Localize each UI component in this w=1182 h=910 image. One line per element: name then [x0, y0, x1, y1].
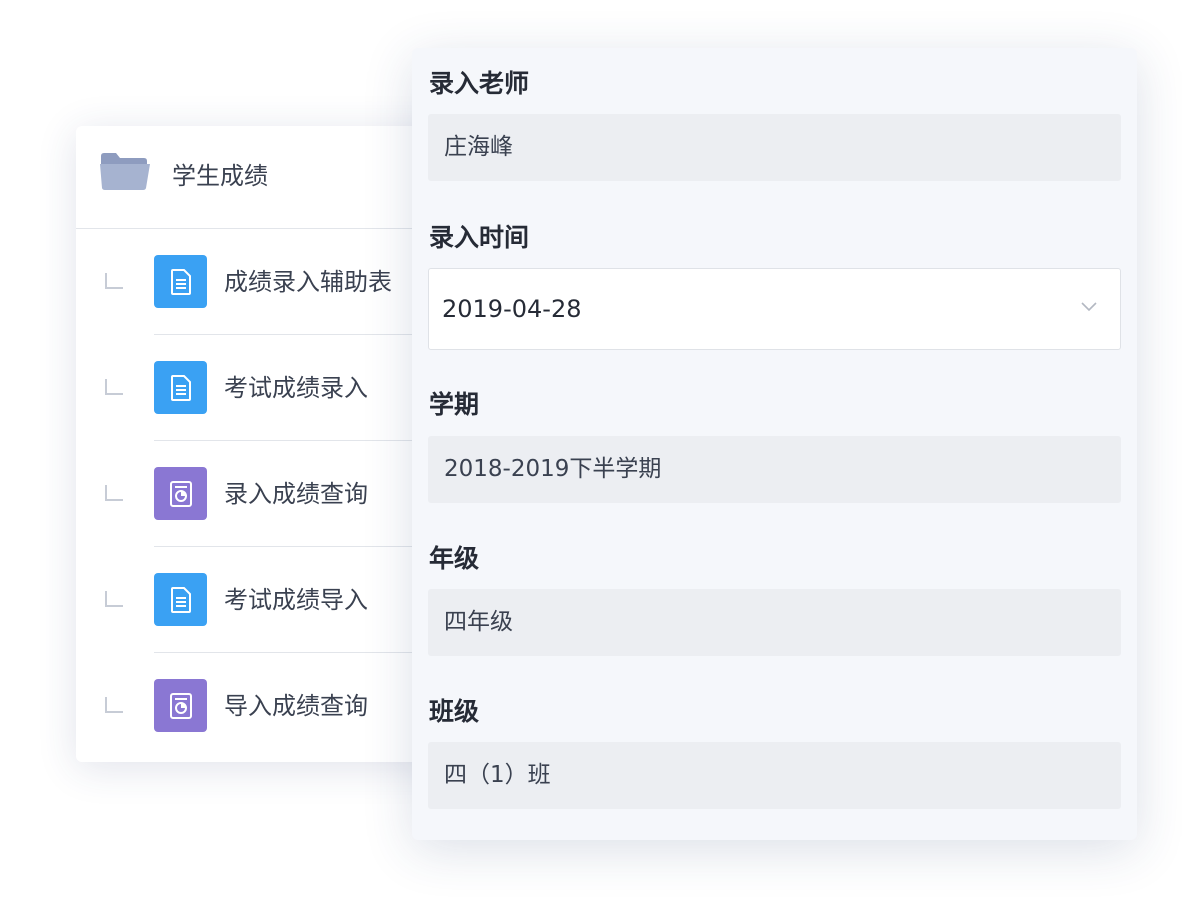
document-icon: [154, 361, 207, 414]
document-icon: [154, 255, 207, 308]
report-icon: [154, 467, 207, 520]
tree-item-imported-score-query[interactable]: 导入成绩查询: [76, 653, 456, 759]
tree-item-label: 导入成绩查询: [224, 692, 368, 720]
tree-connector: [105, 591, 123, 607]
tree-item-label: 录入成绩查询: [224, 480, 368, 508]
tree-connector: [105, 485, 123, 501]
tree-item-exam-score-entry[interactable]: 考试成绩录入: [76, 335, 456, 441]
chevron-down-icon: [1081, 302, 1097, 312]
document-icon: [154, 573, 207, 626]
grade-field: 四年级: [428, 589, 1121, 656]
entry-time-select[interactable]: 2019-04-28: [428, 268, 1121, 350]
report-icon: [154, 679, 207, 732]
teacher-field: 庄海峰: [428, 114, 1121, 181]
tree-connector: [105, 379, 123, 395]
tree-item-label: 考试成绩导入: [224, 586, 368, 614]
tree-connector: [105, 273, 123, 289]
folder-label: 学生成绩: [172, 162, 268, 190]
grade-label: 年级: [429, 544, 480, 573]
semester-label: 学期: [429, 390, 480, 419]
entry-time-label: 录入时间: [429, 223, 530, 252]
tree-panel: 学生成绩 成绩录入辅助表 考试成绩录入 录入成绩查询 考试成绩导入 导入成绩查询: [76, 126, 456, 762]
entry-time-value: 2019-04-28: [442, 295, 582, 323]
class-field: 四（1）班: [428, 742, 1121, 809]
class-label: 班级: [429, 697, 480, 726]
semester-field: 2018-2019下半学期: [428, 436, 1121, 503]
tree-connector: [105, 697, 123, 713]
tree-item-entered-score-query[interactable]: 录入成绩查询: [76, 441, 456, 547]
tree-item-exam-score-import[interactable]: 考试成绩导入: [76, 547, 456, 653]
tree-item-label: 考试成绩录入: [224, 374, 368, 402]
tree-item-label: 成绩录入辅助表: [224, 268, 392, 296]
tree-item-score-entry-helper[interactable]: 成绩录入辅助表: [76, 229, 456, 335]
tree-folder-node[interactable]: 学生成绩: [76, 126, 456, 229]
teacher-label: 录入老师: [429, 69, 530, 98]
score-entry-form: 录入老师 庄海峰 录入时间 2019-04-28 学期 2018-2019下半学…: [412, 48, 1137, 840]
folder-icon: [100, 153, 150, 190]
